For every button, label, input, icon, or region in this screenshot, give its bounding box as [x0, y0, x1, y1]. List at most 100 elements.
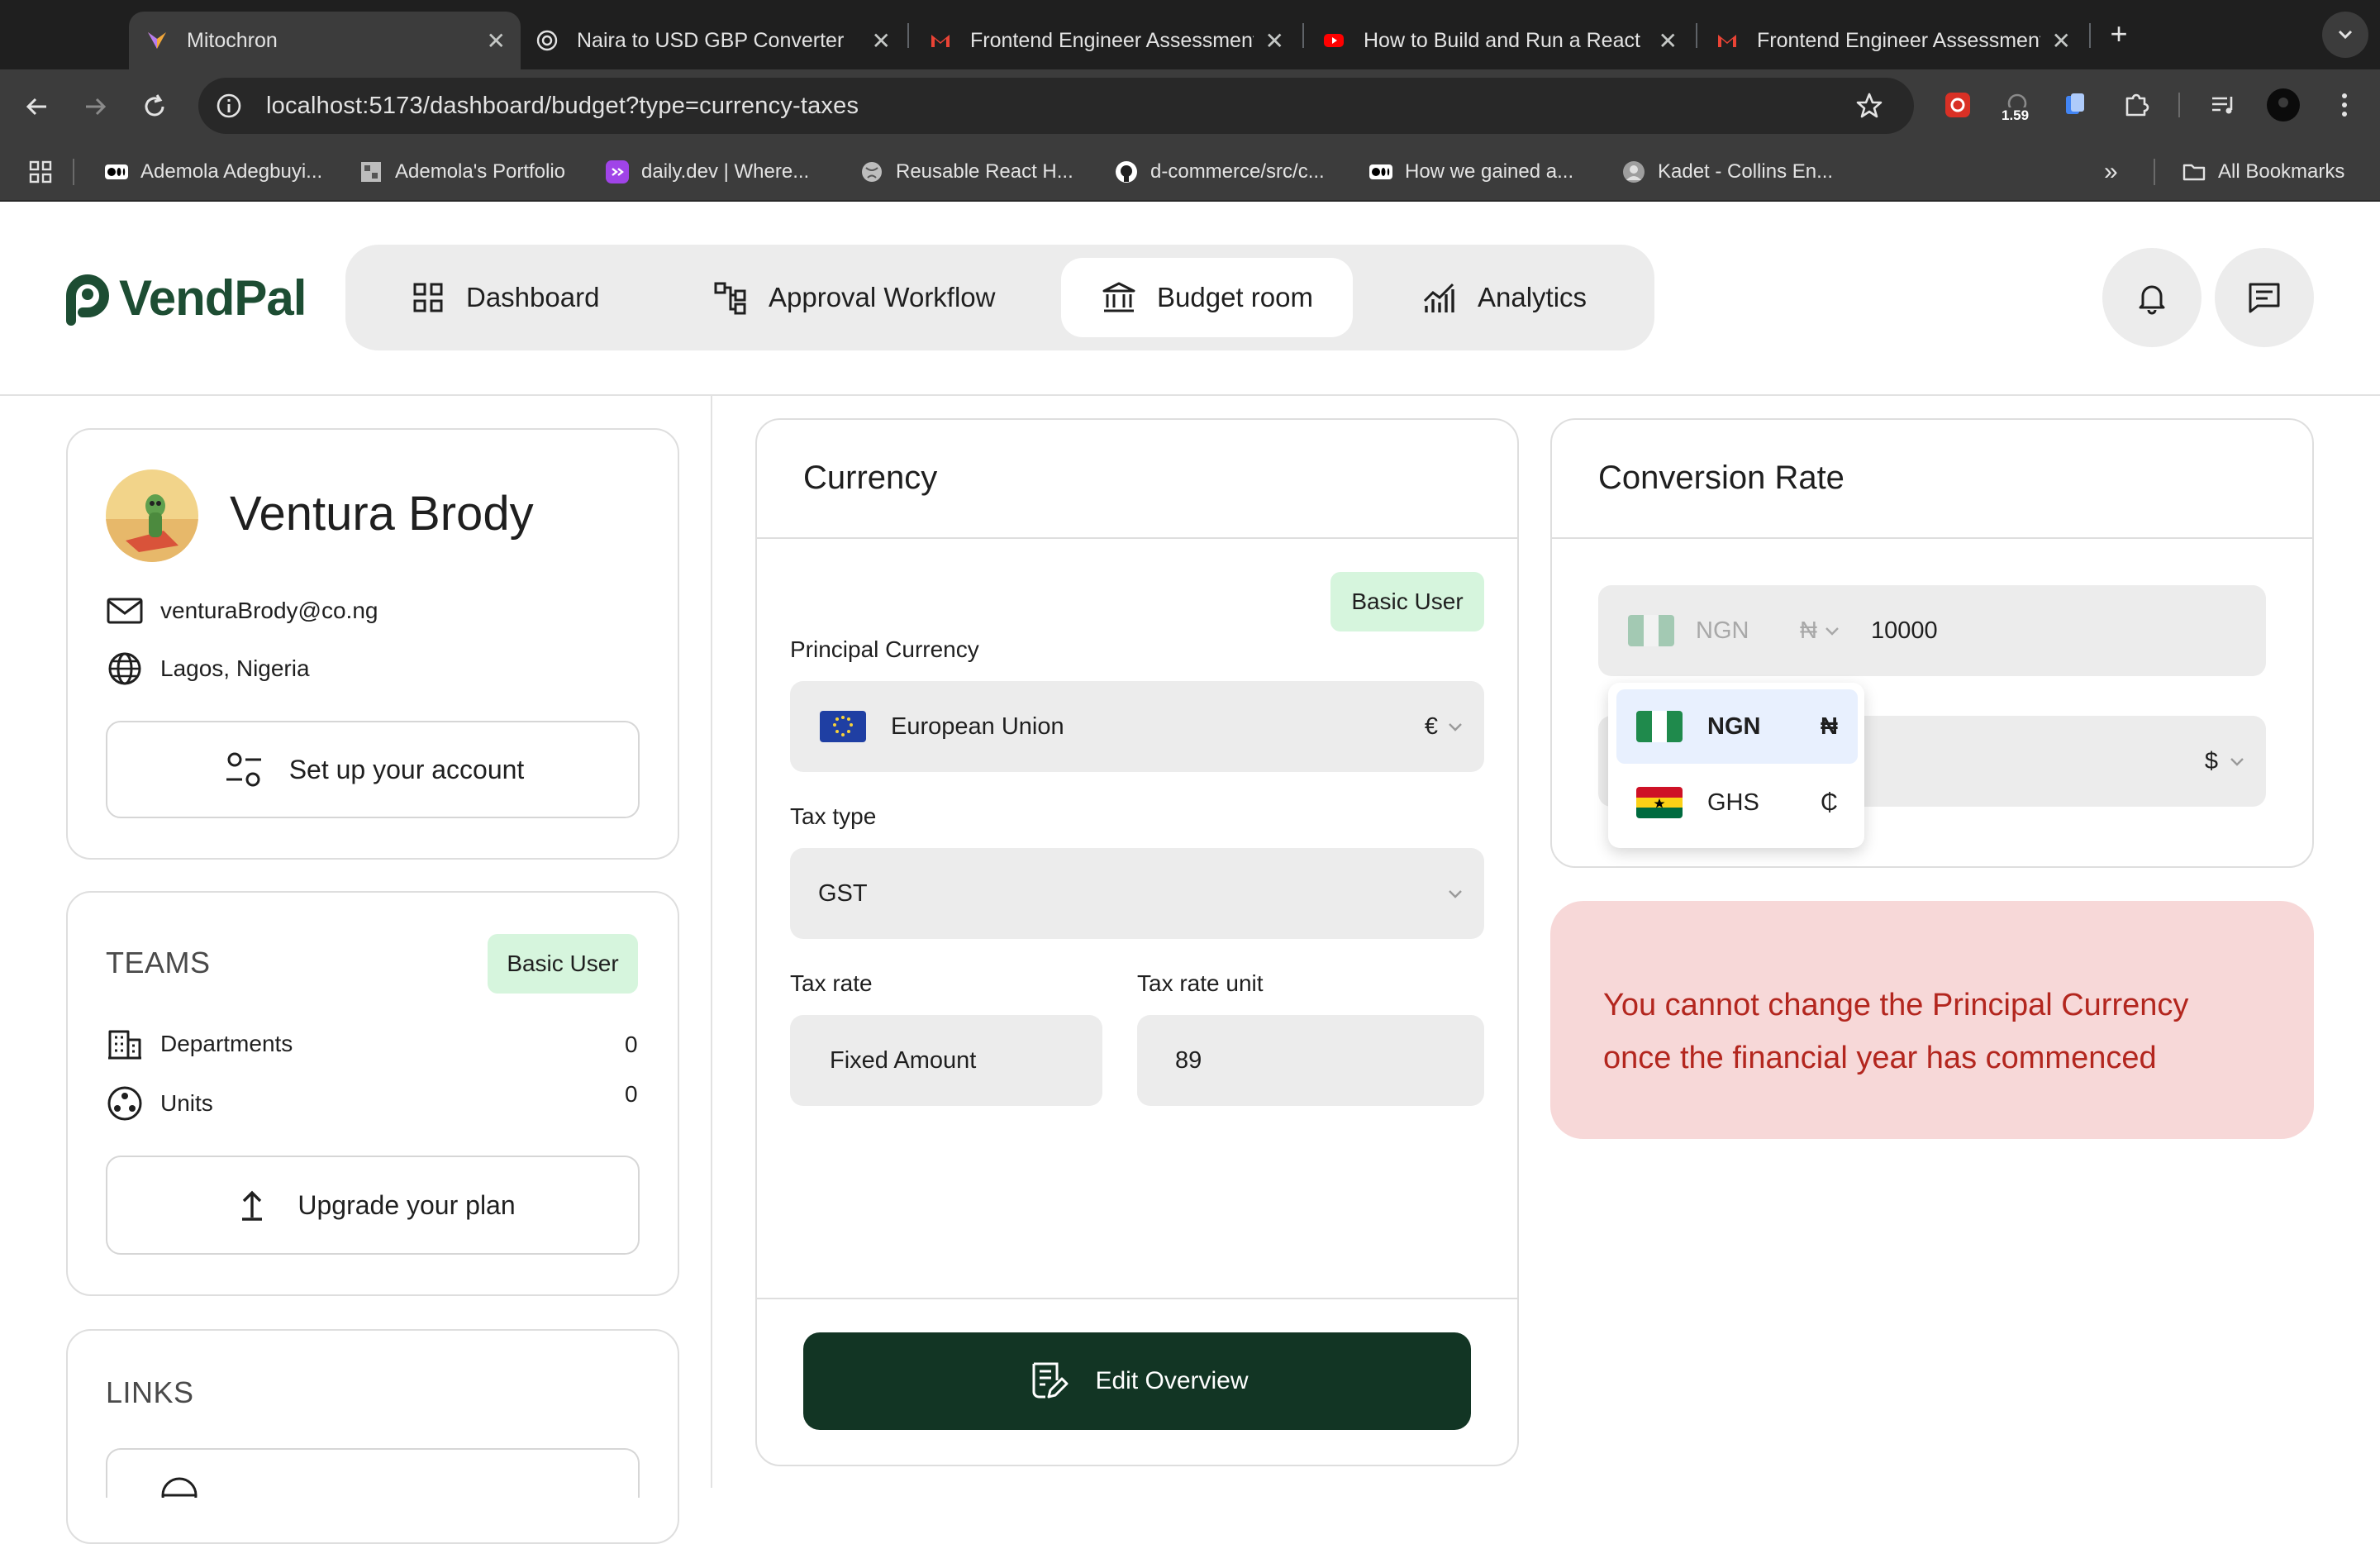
- bookmark-item[interactable]: Ademola's Portfolio: [359, 154, 565, 190]
- bookmark-label: Ademola Adegbuyi...: [140, 160, 323, 183]
- bookmark-label: d-commerce/src/c...: [1150, 160, 1325, 183]
- option-symbol: ₦: [1821, 712, 1838, 740]
- nav-analytics[interactable]: Analytics: [1405, 258, 1603, 337]
- sidebar-divider: [711, 396, 712, 1488]
- avatar[interactable]: [106, 469, 198, 562]
- browser-tab-gmail-2[interactable]: Frontend Engineer Assessment ✕: [1716, 12, 2071, 69]
- browser-tab-naira[interactable]: Naira to USD GBP Converter ✕: [536, 12, 891, 69]
- team-row-departments[interactable]: Departments: [106, 1025, 293, 1063]
- all-bookmarks-label: All Bookmarks: [2218, 160, 2345, 183]
- tab-title: Frontend Engineer Assessment: [970, 28, 1254, 52]
- bookmark-item[interactable]: How we gained a...: [1368, 154, 1573, 190]
- link-item[interactable]: [106, 1448, 640, 1498]
- bell-icon: [2139, 285, 2165, 315]
- team-row-units[interactable]: Units: [106, 1084, 213, 1122]
- browser-tab-youtube[interactable]: How to Build and Run a React ✕: [1322, 12, 1678, 69]
- apps-grid-icon[interactable]: [28, 154, 53, 190]
- user-location-row: Lagos, Nigeria: [106, 650, 310, 688]
- browser-tab-mitochron[interactable]: Mitochron ✕: [129, 12, 521, 69]
- bookmark-separator: [73, 159, 74, 185]
- amount-input[interactable]: 10000: [1871, 617, 1938, 645]
- upgrade-plan-button[interactable]: Upgrade your plan: [106, 1156, 640, 1255]
- vendpal-logo[interactable]: VendPal: [64, 269, 307, 326]
- bookmark-item[interactable]: d-commerce/src/c...: [1114, 154, 1325, 190]
- browser-menu-icon[interactable]: [2327, 88, 2362, 122]
- team-row-label: Departments: [160, 1031, 293, 1056]
- nav-approval-workflow[interactable]: Approval Workflow: [696, 258, 1012, 337]
- from-currency-field[interactable]: NGN ₦ 10000: [1598, 585, 2266, 676]
- eu-flag-icon: [820, 711, 866, 742]
- address-bar[interactable]: localhost:5173/dashboard/budget?type=cur…: [198, 78, 1914, 134]
- links-card: [66, 1329, 679, 1544]
- extensions-puzzle-icon[interactable]: [2119, 88, 2154, 122]
- media-control-icon[interactable]: [2206, 88, 2241, 122]
- mitochron-icon: [148, 32, 166, 49]
- more-bookmarks-button[interactable]: »: [2104, 154, 2118, 190]
- upgrade-plan-label: Upgrade your plan: [298, 1189, 516, 1220]
- toolbar-separator: [2178, 93, 2180, 117]
- tax-type-select[interactable]: GST: [790, 848, 1484, 939]
- tab-title: Mitochron: [187, 28, 278, 52]
- tax-rate-select[interactable]: Fixed Amount: [790, 1015, 1102, 1106]
- extension-red-icon[interactable]: [1940, 88, 1975, 122]
- principal-currency-symbol: €: [1424, 712, 1438, 740]
- bank-icon: [1102, 282, 1135, 312]
- bookmark-label: How we gained a...: [1405, 160, 1574, 183]
- header-divider: [0, 394, 2380, 396]
- youtube-icon: [1324, 34, 1344, 47]
- message-icon: [2249, 283, 2280, 313]
- site-info-icon[interactable]: [215, 92, 243, 120]
- principal-currency-select[interactable]: European Union €: [790, 681, 1484, 772]
- currency-title: Currency: [803, 460, 938, 496]
- units-count: 0: [625, 1081, 638, 1107]
- ghana-flag-icon: [1636, 787, 1683, 818]
- notifications-button[interactable]: [2102, 248, 2202, 347]
- nigeria-flag-icon: [1636, 711, 1683, 742]
- chevron-down-icon[interactable]: [1823, 622, 1841, 640]
- close-tab-icon[interactable]: ✕: [872, 27, 891, 55]
- bookmark-label: Ademola's Portfolio: [395, 160, 566, 183]
- dropdown-option-ghs[interactable]: GHS ₵: [1616, 765, 1858, 840]
- close-tab-icon[interactable]: ✕: [1659, 27, 1678, 55]
- from-currency-code: NGN: [1696, 617, 1749, 644]
- bookmark-item[interactable]: Reusable React H...: [859, 154, 1073, 190]
- warning-text: You cannot change the Principal Currency…: [1603, 988, 2189, 1075]
- tax-type-label: Tax type: [790, 803, 877, 829]
- nav-budget-room[interactable]: Budget room: [1061, 258, 1353, 337]
- back-button[interactable]: [17, 86, 58, 127]
- new-tab-button[interactable]: +: [2102, 15, 2135, 53]
- option-symbol: ₵: [1821, 789, 1838, 816]
- globe-icon: [161, 1477, 198, 1498]
- close-tab-icon[interactable]: ✕: [487, 27, 506, 55]
- profile-avatar-icon[interactable]: [2266, 88, 2301, 122]
- departments-count: 0: [625, 1032, 638, 1057]
- currency-plan-badge: Basic User: [1330, 572, 1484, 631]
- bookmark-item[interactable]: daily.dev | Where...: [605, 154, 809, 190]
- browser-tab-gmail-1[interactable]: Frontend Engineer Assessment ✕: [929, 12, 1284, 69]
- tax-rate-unit-input[interactable]: 89: [1137, 1015, 1484, 1106]
- globe-icon: [108, 652, 141, 685]
- user-location: Lagos, Nigeria: [160, 655, 310, 681]
- close-tab-icon[interactable]: ✕: [1265, 27, 1284, 55]
- setup-account-button[interactable]: Set up your account: [106, 721, 640, 818]
- all-bookmarks-button[interactable]: All Bookmarks: [2182, 154, 2344, 190]
- chevron-down-icon: [1449, 723, 1462, 731]
- chevron-down-icon: [1449, 890, 1462, 898]
- bookmark-item[interactable]: Ademola Adegbuyi...: [104, 154, 322, 190]
- nav-dashboard[interactable]: Dashboard: [393, 258, 616, 337]
- messages-button[interactable]: [2215, 248, 2314, 347]
- reload-button[interactable]: [134, 86, 175, 127]
- forward-button[interactable]: [74, 86, 116, 127]
- bookmark-star-icon[interactable]: [1854, 91, 1884, 121]
- folder-icon: [2182, 160, 2206, 184]
- close-tab-icon[interactable]: ✕: [2052, 27, 2071, 55]
- bookmark-item[interactable]: Kadet - Collins En...: [1621, 154, 1833, 190]
- url-text: localhost:5173/dashboard/budget?type=cur…: [266, 92, 859, 119]
- nav-label: Dashboard: [466, 282, 600, 312]
- extension-docs-icon[interactable]: [2058, 88, 2092, 122]
- tab-search-button[interactable]: [2322, 12, 2368, 58]
- dropdown-option-ngn[interactable]: NGN ₦: [1616, 689, 1858, 764]
- edit-overview-button[interactable]: Edit Overview: [803, 1332, 1471, 1430]
- tab-separator: [2089, 23, 2091, 48]
- links-heading: LINKS: [106, 1375, 194, 1409]
